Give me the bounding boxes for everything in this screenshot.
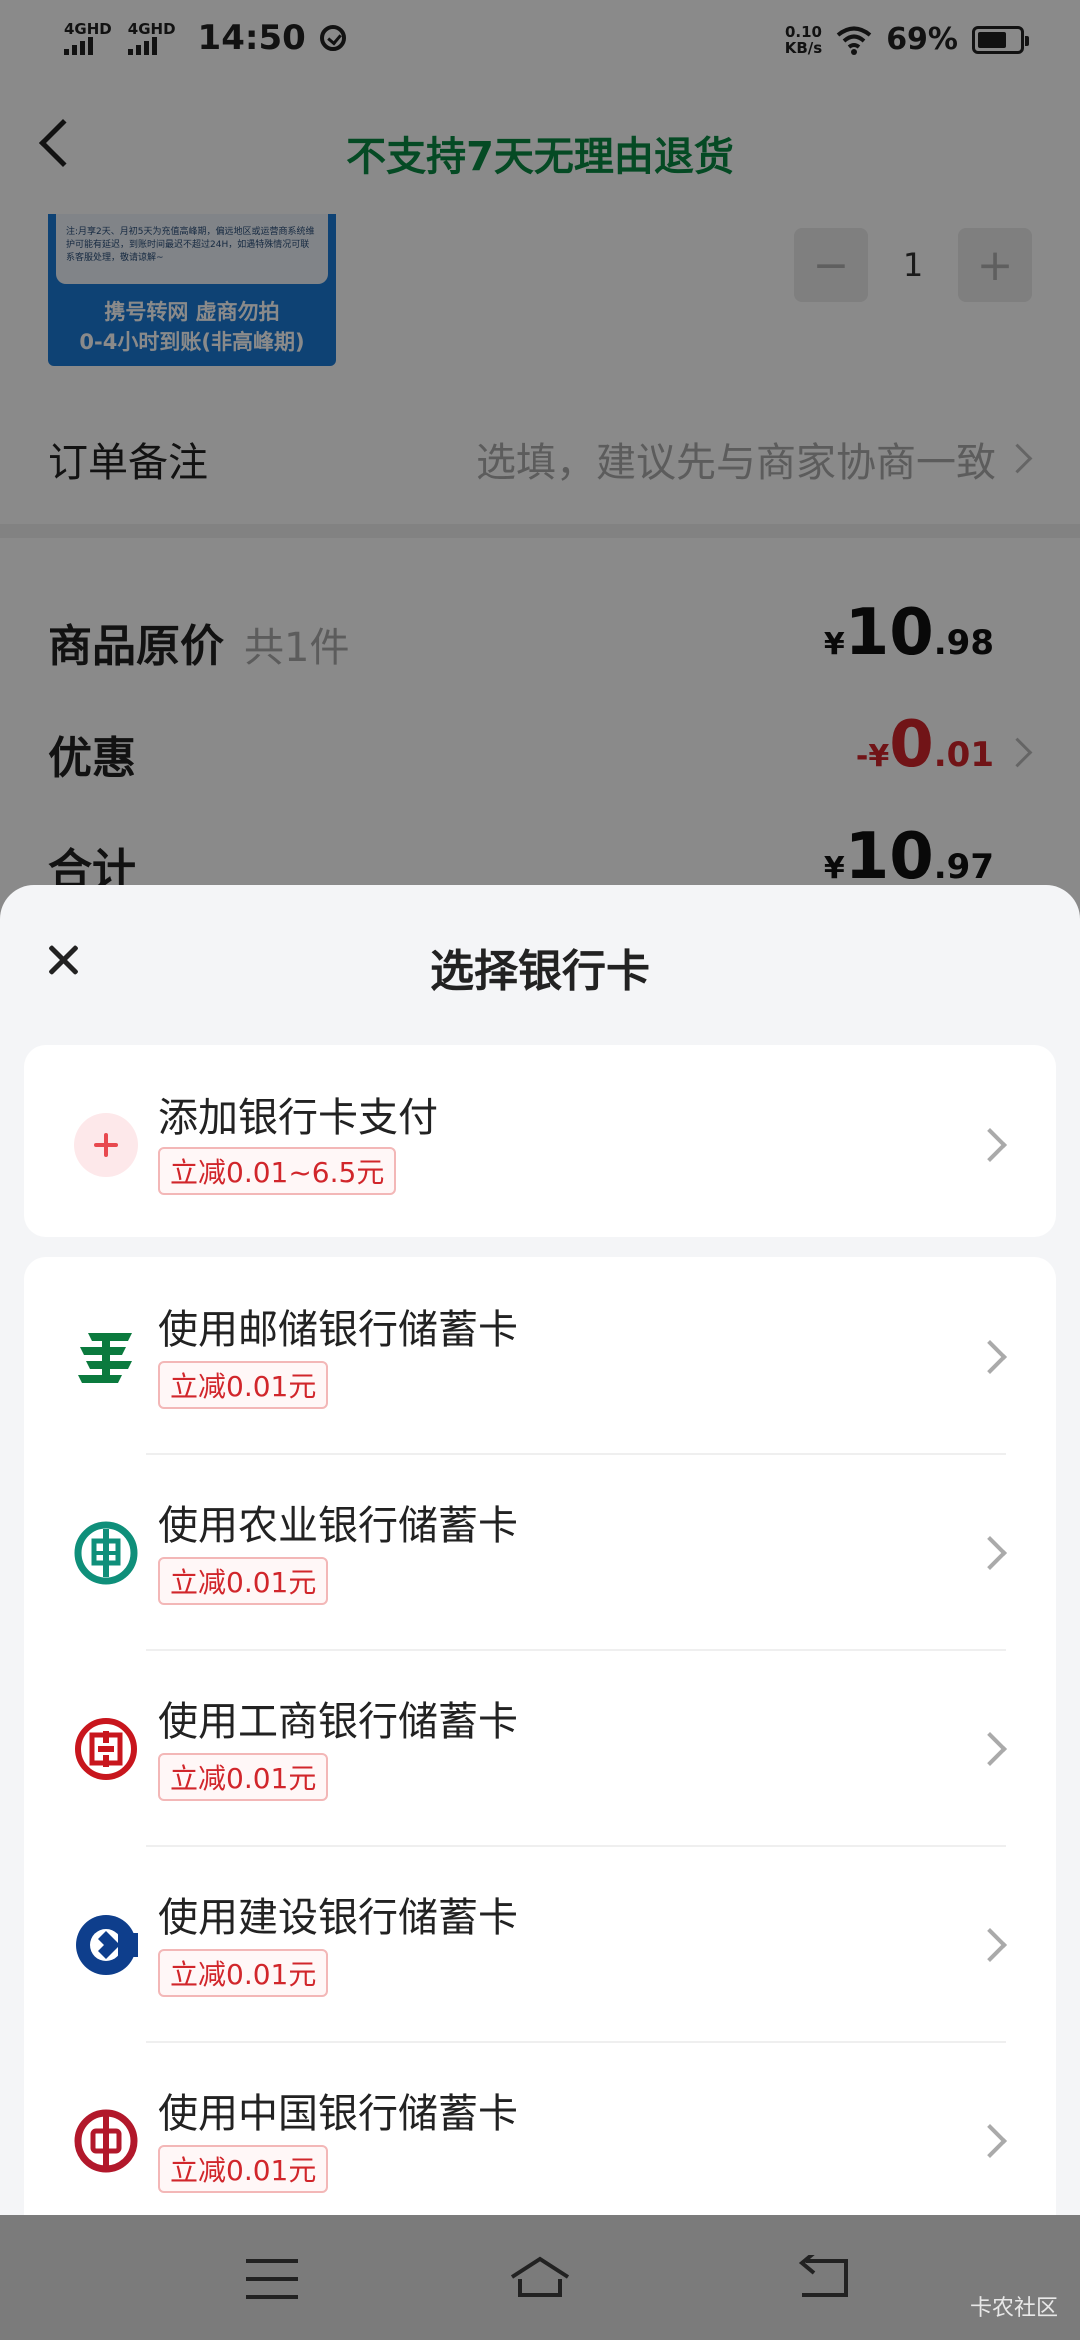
bank-row-ccb[interactable]: 使用建设银行储蓄卡 立减0.01元 xyxy=(24,1845,1056,2041)
discount-tag: 立减0.01~6.5元 xyxy=(158,1147,397,1195)
bank-of-china-icon xyxy=(74,2109,138,2173)
back-nav-icon[interactable] xyxy=(792,2255,852,2301)
add-card-box: 添加银行卡支付 立减0.01~6.5元 xyxy=(24,1045,1056,1237)
add-card-row[interactable]: 添加银行卡支付 立减0.01~6.5元 xyxy=(24,1045,1056,1241)
bank-row-icbc[interactable]: 使用工商银行储蓄卡 立减0.01元 xyxy=(24,1649,1056,1845)
discount-tag: 立减0.01元 xyxy=(158,1361,329,1409)
add-icon xyxy=(74,1113,138,1177)
discount-tag: 立减0.01元 xyxy=(158,2145,329,2193)
bank-name: 使用建设银行储蓄卡 xyxy=(158,1895,518,1941)
menu-icon[interactable] xyxy=(246,2259,298,2299)
bank-name: 使用邮储银行储蓄卡 xyxy=(158,1307,518,1353)
chevron-right-icon xyxy=(973,1732,1007,1766)
sheet-title: 选择银行卡 xyxy=(430,946,650,997)
discount-tag: 立减0.01元 xyxy=(158,1753,329,1801)
icbc-icon xyxy=(75,1718,137,1780)
chevron-right-icon xyxy=(973,1928,1007,1962)
add-card-title: 添加银行卡支付 xyxy=(158,1095,438,1141)
chevron-right-icon xyxy=(973,1536,1007,1570)
discount-tag: 立减0.01元 xyxy=(158,1949,329,1997)
bank-card-list: 使用邮储银行储蓄卡 立减0.01元 使用农业银行储蓄卡 立减0.01元 使用工商… xyxy=(24,1257,1056,2215)
bank-row-postal[interactable]: 使用邮储银行储蓄卡 立减0.01元 xyxy=(24,1257,1056,1453)
bank-name: 使用农业银行储蓄卡 xyxy=(158,1503,518,1549)
bank-row-boc[interactable]: 使用中国银行储蓄卡 立减0.01元 xyxy=(24,2041,1056,2215)
chevron-right-icon xyxy=(973,2124,1007,2158)
ccb-icon xyxy=(76,1915,138,1975)
bank-name: 使用中国银行储蓄卡 xyxy=(158,2091,518,2137)
watermark: 卡农社区 xyxy=(969,2296,1058,2321)
agricultural-bank-icon xyxy=(74,1521,138,1585)
discount-tag: 立减0.01元 xyxy=(158,1557,329,1605)
chevron-right-icon xyxy=(973,1128,1007,1162)
bank-name: 使用工商银行储蓄卡 xyxy=(158,1699,518,1745)
home-icon[interactable] xyxy=(508,2255,572,2301)
postal-bank-icon xyxy=(78,1333,132,1383)
chevron-right-icon xyxy=(973,1340,1007,1374)
system-nav-bar: 卡农社区 xyxy=(0,2215,1080,2340)
bank-row-abc[interactable]: 使用农业银行储蓄卡 立减0.01元 xyxy=(24,1453,1056,1649)
bank-card-sheet: 选择银行卡 添加银行卡支付 立减0.01~6.5元 使用邮储银行储蓄卡 立减0.… xyxy=(0,885,1080,2215)
